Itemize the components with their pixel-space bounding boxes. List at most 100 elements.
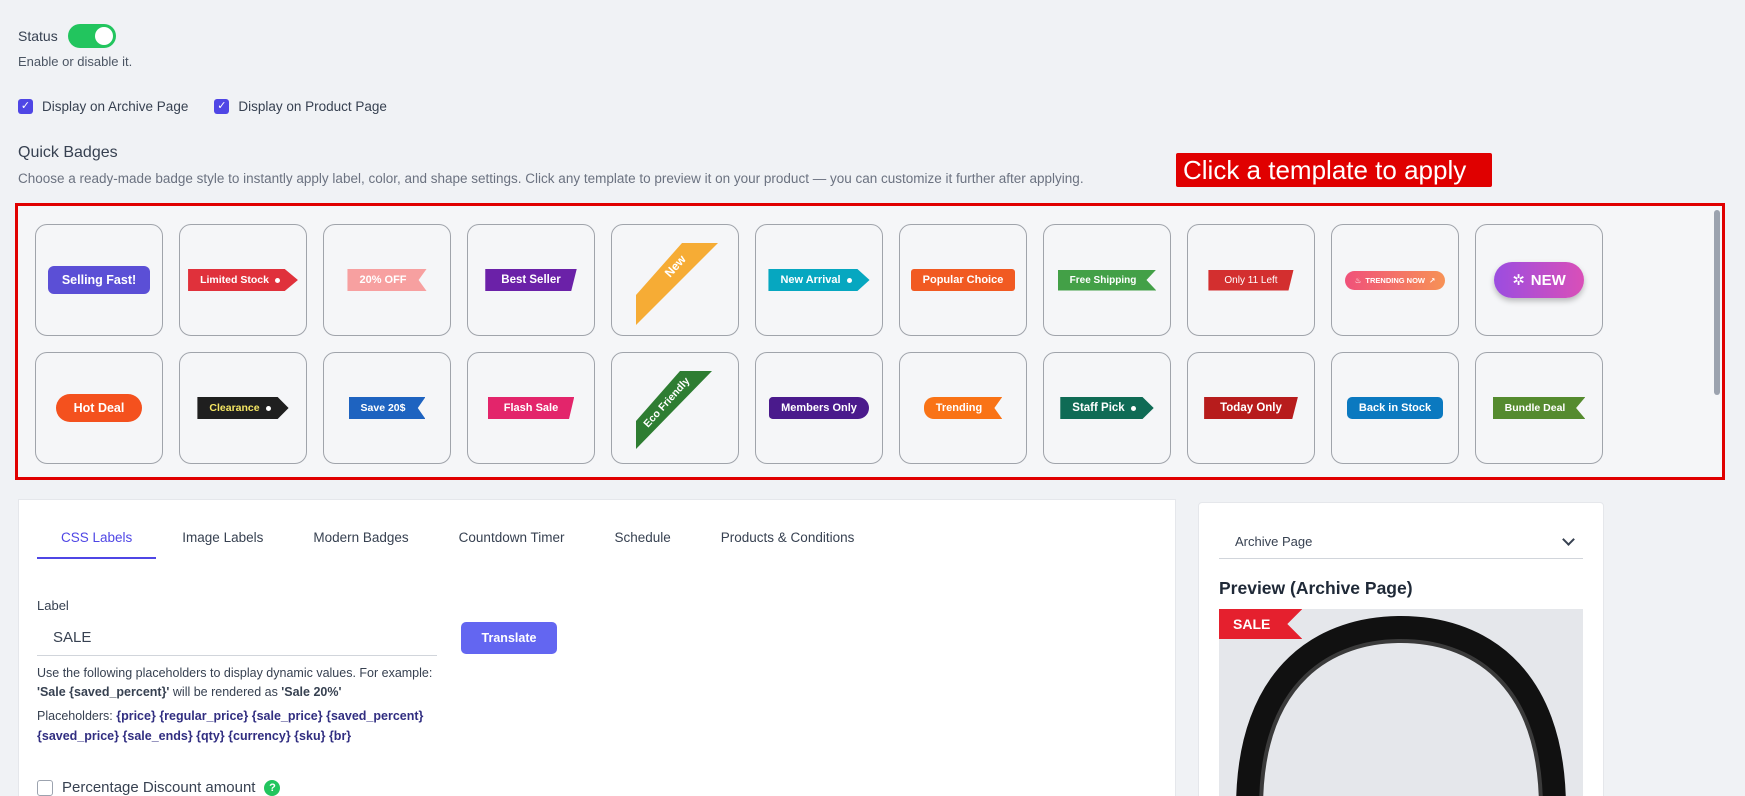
badge-text: Clearance	[209, 402, 260, 414]
question-icon[interactable]: ?	[264, 779, 281, 796]
ribbon-shape: Eco Friendly	[636, 371, 712, 449]
percentage-discount-label: Percentage Discount amount	[62, 779, 256, 796]
help-line-2: 'Sale {saved_percent}' will be rendered …	[37, 683, 432, 702]
template-staff-pick[interactable]: Staff Pick	[1043, 352, 1171, 464]
template-limited-stock[interactable]: Limited Stock	[179, 224, 307, 336]
chevron-down-icon	[1562, 532, 1575, 546]
example-input: 'Sale {saved_percent}'	[37, 685, 170, 699]
placeholder-currency: {currency}	[228, 729, 291, 743]
badge-preview: New Arrival	[768, 269, 870, 291]
badge-preview: Staff Pick	[1060, 397, 1154, 419]
help-line-1: Use the following placeholders to displa…	[37, 666, 433, 680]
display-product-checkbox[interactable]: ✓ Display on Product Page	[214, 99, 387, 114]
page-select[interactable]: Archive Page	[1219, 525, 1583, 559]
placeholders-label: Placeholders:	[37, 709, 117, 723]
template-new-pill[interactable]: ✲ NEW	[1475, 224, 1603, 336]
badge-text: NEW	[1530, 271, 1566, 289]
status-help-text: Enable or disable it.	[18, 54, 133, 69]
display-options: ✓ Display on Archive Page ✓ Display on P…	[18, 99, 387, 114]
checkmark-icon[interactable]: ✓	[18, 99, 33, 114]
badge-preview: Free Shipping	[1057, 269, 1157, 291]
preview-card: Archive Page Preview (Archive Page) SALE	[1198, 502, 1604, 796]
display-product-label: Display on Product Page	[238, 99, 387, 114]
badge-preview: Flash Sale	[487, 397, 575, 419]
placeholder-saved-percent: {saved_percent}	[326, 709, 424, 723]
display-archive-label: Display on Archive Page	[42, 99, 189, 114]
template-free-shipping[interactable]: Free Shipping	[1043, 224, 1171, 336]
badge-template-grid: Selling Fast! Limited Stock 20% OFF Best…	[35, 224, 1603, 464]
placeholder-help: Use the following placeholders to displa…	[37, 664, 432, 702]
placeholder-qty: {qty}	[196, 729, 225, 743]
page-select-value: Archive Page	[1235, 534, 1313, 549]
settings-tabs: CSS Labels Image Labels Modern Badges Co…	[37, 530, 880, 559]
badge-preview: ♨ TRENDING NOW ↗	[1344, 270, 1446, 290]
tab-modern-badges[interactable]: Modern Badges	[289, 530, 432, 559]
sparkle-icon: ✲	[1512, 272, 1525, 289]
template-hot-deal[interactable]: Hot Deal	[35, 352, 163, 464]
tab-countdown-timer[interactable]: Countdown Timer	[435, 530, 589, 559]
ribbon-shape: New	[636, 243, 718, 325]
badge-preview: Trending	[923, 397, 1003, 419]
template-members-only[interactable]: Members Only	[755, 352, 883, 464]
template-popular-choice[interactable]: Popular Choice	[899, 224, 1027, 336]
template-save-20[interactable]: Save 20$	[323, 352, 451, 464]
percentage-discount-row: Percentage Discount amount ?	[37, 779, 281, 796]
tab-products-conditions[interactable]: Products & Conditions	[697, 530, 879, 559]
badge-text: New Arrival	[780, 274, 841, 286]
badge-preview: ✲ NEW	[1494, 262, 1584, 298]
template-best-seller[interactable]: Best Seller	[467, 224, 595, 336]
checkmark-icon[interactable]: ✓	[214, 99, 230, 114]
template-new-ribbon[interactable]: New	[611, 224, 739, 336]
percentage-discount-checkbox[interactable]	[37, 779, 53, 796]
dot-icon	[1130, 405, 1136, 411]
template-today-only[interactable]: Today Only	[1187, 352, 1315, 464]
display-archive-checkbox[interactable]: ✓ Display on Archive Page	[18, 99, 188, 114]
tab-css-labels[interactable]: CSS Labels	[37, 530, 157, 559]
badge-text: TRENDING NOW	[1365, 275, 1426, 285]
toggle-knob	[94, 27, 113, 45]
template-only-11-left[interactable]: Only 11 Left	[1187, 224, 1315, 336]
placeholder-price: {price}	[116, 709, 156, 723]
placeholder-sale-ends: {sale_ends}	[122, 729, 193, 743]
placeholder-saved-price: {saved_price}	[37, 729, 120, 743]
template-new-arrival[interactable]: New Arrival	[755, 224, 883, 336]
panel-scrollbar[interactable]	[1714, 210, 1720, 395]
example-mid: will be rendered as	[169, 685, 282, 699]
badge-preview: Selling Fast!	[47, 266, 151, 294]
label-field-title: Label	[37, 598, 69, 613]
label-input[interactable]	[37, 620, 437, 656]
template-clearance[interactable]: Clearance	[179, 352, 307, 464]
badge-preview: Save 20$	[348, 397, 426, 419]
badge-preview: 20% OFF	[347, 269, 427, 291]
badge-preview: Members Only	[769, 397, 869, 419]
placeholder-br: {br}	[328, 729, 352, 743]
template-back-in-stock[interactable]: Back in Stock	[1331, 352, 1459, 464]
tab-image-labels[interactable]: Image Labels	[158, 530, 287, 559]
status-label: Status	[18, 28, 58, 44]
fire-icon: ♨	[1354, 275, 1362, 285]
tab-schedule[interactable]: Schedule	[590, 530, 694, 559]
badge-preview: Limited Stock	[188, 269, 298, 291]
preview-title: Preview (Archive Page)	[1219, 578, 1413, 598]
template-20-off[interactable]: 20% OFF	[323, 224, 451, 336]
template-bundle-deal[interactable]: Bundle Deal	[1475, 352, 1603, 464]
quick-badges-title: Quick Badges	[18, 144, 118, 161]
badge-text: Limited Stock	[200, 274, 269, 286]
status-row: Status	[18, 24, 116, 48]
template-flash-sale[interactable]: Flash Sale	[467, 352, 595, 464]
badge-preview: Clearance	[197, 397, 289, 419]
dot-icon	[274, 277, 280, 283]
placeholder-sale-price: {sale_price}	[251, 709, 323, 723]
template-eco-friendly[interactable]: Eco Friendly	[611, 352, 739, 464]
template-selling-fast[interactable]: Selling Fast!	[35, 224, 163, 336]
product-preview-image: SALE	[1219, 609, 1583, 796]
trend-up-icon: ↗	[1429, 275, 1436, 285]
template-trending[interactable]: Trending	[899, 352, 1027, 464]
quick-badges-panel: Selling Fast! Limited Stock 20% OFF Best…	[15, 203, 1725, 480]
settings-card: CSS Labels Image Labels Modern Badges Co…	[18, 499, 1176, 796]
status-toggle[interactable]	[67, 24, 116, 48]
translate-button[interactable]: Translate	[461, 622, 557, 654]
placeholder-sku: {sku}	[294, 729, 326, 743]
template-trending-now[interactable]: ♨ TRENDING NOW ↗	[1331, 224, 1459, 336]
badge-preview: Back in Stock	[1346, 397, 1444, 419]
